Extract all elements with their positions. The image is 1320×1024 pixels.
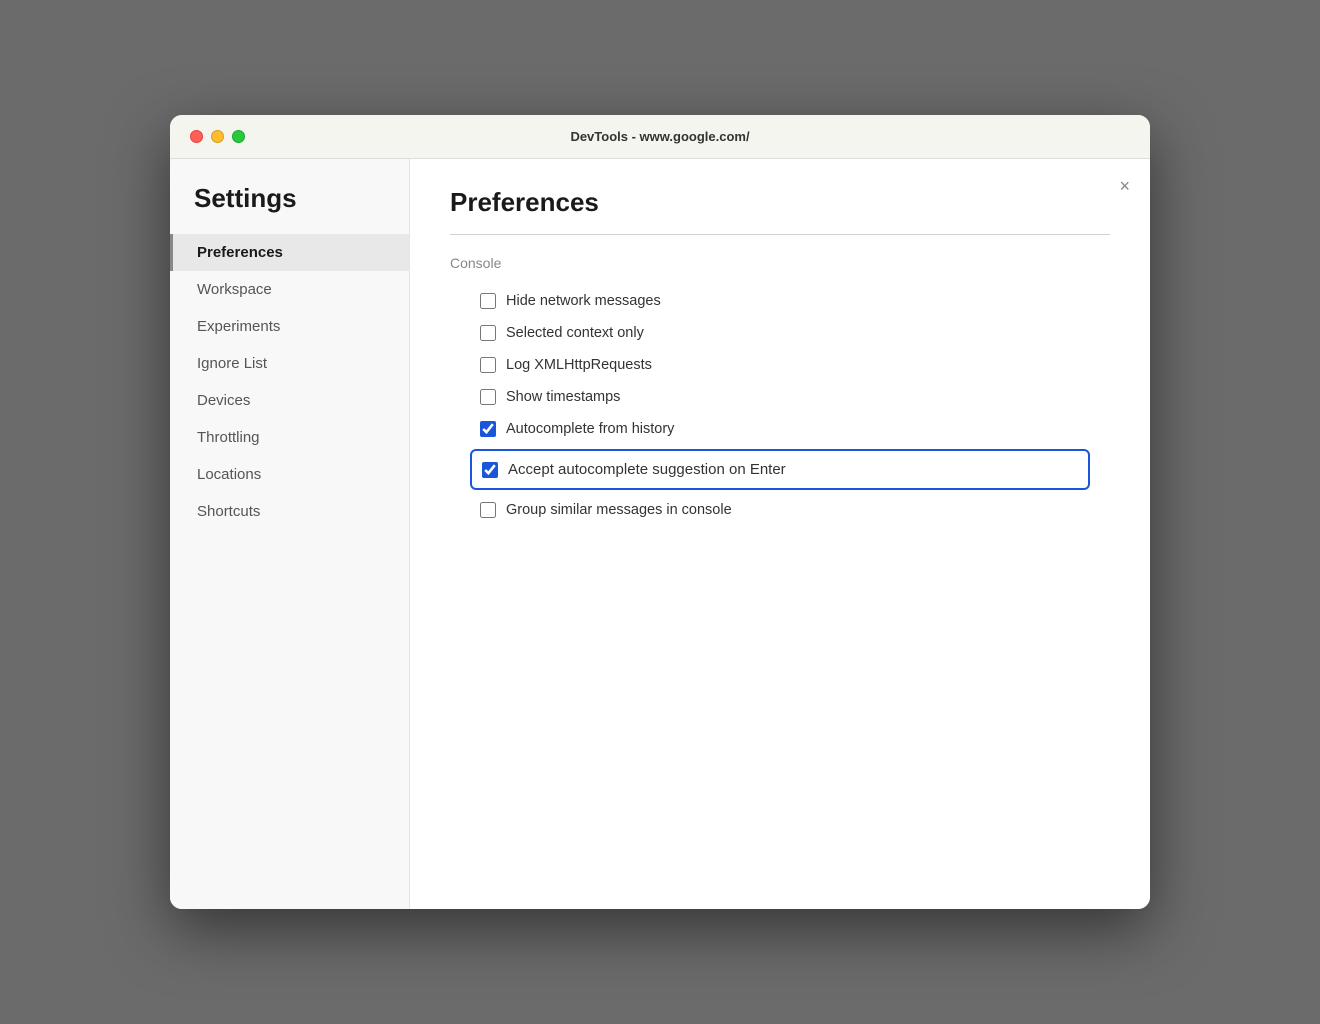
sidebar-item-label: Workspace bbox=[197, 281, 272, 298]
log-xmlhttp-checkbox[interactable] bbox=[480, 357, 496, 373]
devtools-window: DevTools - www.google.com/ Settings Pref… bbox=[170, 115, 1150, 909]
sidebar-item-ignore-list[interactable]: Ignore List bbox=[170, 345, 409, 382]
checkbox-row-autocomplete-history: Autocomplete from history bbox=[450, 413, 1110, 445]
minimize-window-button[interactable] bbox=[211, 130, 224, 143]
sidebar-item-label: Locations bbox=[197, 466, 261, 483]
accept-autocomplete-checkbox[interactable] bbox=[482, 462, 498, 478]
group-similar-label[interactable]: Group similar messages in console bbox=[506, 502, 732, 518]
checkbox-row-accept-autocomplete: Accept autocomplete suggestion on Enter bbox=[470, 449, 1090, 490]
sidebar-item-experiments[interactable]: Experiments bbox=[170, 308, 409, 345]
close-button[interactable]: × bbox=[1119, 177, 1130, 195]
sidebar-item-label: Preferences bbox=[197, 244, 283, 261]
close-window-button[interactable] bbox=[190, 130, 203, 143]
checkbox-row-group-similar: Group similar messages in console bbox=[450, 494, 1110, 526]
hide-network-checkbox[interactable] bbox=[480, 293, 496, 309]
sidebar-item-throttling[interactable]: Throttling bbox=[170, 419, 409, 456]
hide-network-label[interactable]: Hide network messages bbox=[506, 293, 661, 309]
group-similar-checkbox[interactable] bbox=[480, 502, 496, 518]
sidebar: Settings Preferences Workspace Experimen… bbox=[170, 159, 410, 909]
maximize-window-button[interactable] bbox=[232, 130, 245, 143]
sidebar-item-label: Throttling bbox=[197, 429, 260, 446]
sidebar-item-label: Devices bbox=[197, 392, 250, 409]
sidebar-item-label: Ignore List bbox=[197, 355, 267, 372]
main-content: × Preferences Console Hide network messa… bbox=[410, 159, 1150, 909]
autocomplete-history-label[interactable]: Autocomplete from history bbox=[506, 421, 674, 437]
section-divider bbox=[450, 234, 1110, 235]
checkbox-row-hide-network: Hide network messages bbox=[450, 285, 1110, 317]
show-timestamps-label[interactable]: Show timestamps bbox=[506, 389, 620, 405]
window-title: DevTools - www.google.com/ bbox=[570, 129, 749, 144]
sidebar-item-workspace[interactable]: Workspace bbox=[170, 271, 409, 308]
window-body: Settings Preferences Workspace Experimen… bbox=[170, 159, 1150, 909]
content-title: Preferences bbox=[450, 187, 1110, 218]
checkbox-row-selected-context: Selected context only bbox=[450, 317, 1110, 349]
show-timestamps-checkbox[interactable] bbox=[480, 389, 496, 405]
sidebar-heading: Settings bbox=[170, 183, 409, 234]
checkbox-row-log-xmlhttp: Log XMLHttpRequests bbox=[450, 349, 1110, 381]
sidebar-item-label: Shortcuts bbox=[197, 503, 260, 520]
titlebar: DevTools - www.google.com/ bbox=[170, 115, 1150, 159]
autocomplete-history-checkbox[interactable] bbox=[480, 421, 496, 437]
sidebar-item-locations[interactable]: Locations bbox=[170, 456, 409, 493]
sidebar-item-devices[interactable]: Devices bbox=[170, 382, 409, 419]
log-xmlhttp-label[interactable]: Log XMLHttpRequests bbox=[506, 357, 652, 373]
selected-context-checkbox[interactable] bbox=[480, 325, 496, 341]
accept-autocomplete-label[interactable]: Accept autocomplete suggestion on Enter bbox=[508, 461, 786, 478]
selected-context-label[interactable]: Selected context only bbox=[506, 325, 644, 341]
sidebar-item-preferences[interactable]: Preferences bbox=[170, 234, 409, 271]
sidebar-item-shortcuts[interactable]: Shortcuts bbox=[170, 493, 409, 530]
traffic-lights bbox=[190, 130, 245, 143]
sidebar-item-label: Experiments bbox=[197, 318, 280, 335]
checkbox-row-show-timestamps: Show timestamps bbox=[450, 381, 1110, 413]
section-console-label: Console bbox=[450, 255, 1110, 271]
